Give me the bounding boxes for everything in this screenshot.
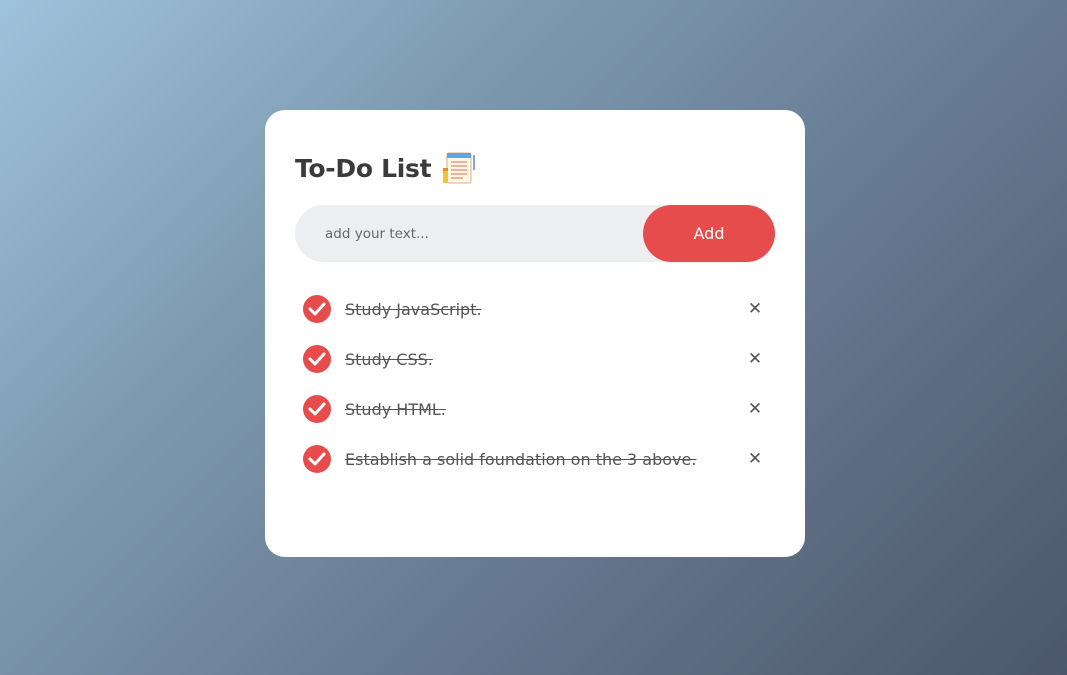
task-item[interactable]: Study HTML. ✕ — [295, 384, 775, 434]
task-text: Establish a solid foundation on the 3 ab… — [345, 449, 697, 469]
notepad-icon — [441, 150, 477, 186]
checked-icon[interactable] — [303, 445, 331, 473]
close-icon[interactable]: ✕ — [741, 345, 769, 373]
task-item[interactable]: Establish a solid foundation on the 3 ab… — [295, 434, 775, 484]
checked-icon[interactable] — [303, 395, 331, 423]
task-text: Study HTML. — [345, 399, 446, 419]
add-button[interactable]: Add — [643, 205, 775, 262]
task-item[interactable]: Study JavaScript. ✕ — [295, 284, 775, 334]
task-item[interactable]: Study CSS. ✕ — [295, 334, 775, 384]
header: To-Do List — [295, 148, 775, 188]
task-text: Study JavaScript. — [345, 299, 482, 319]
page-title: To-Do List — [295, 153, 432, 183]
task-text: Study CSS. — [345, 349, 433, 369]
checked-icon[interactable] — [303, 295, 331, 323]
task-list: Study JavaScript. ✕ Study CSS. ✕ Study H… — [295, 284, 775, 484]
input-row: Add — [295, 205, 775, 262]
task-input[interactable] — [295, 205, 645, 262]
close-icon[interactable]: ✕ — [741, 295, 769, 323]
todo-card: To-Do List Add Study JavaScri — [265, 110, 805, 557]
close-icon[interactable]: ✕ — [741, 395, 769, 423]
checked-icon[interactable] — [303, 345, 331, 373]
close-icon[interactable]: ✕ — [741, 445, 769, 473]
